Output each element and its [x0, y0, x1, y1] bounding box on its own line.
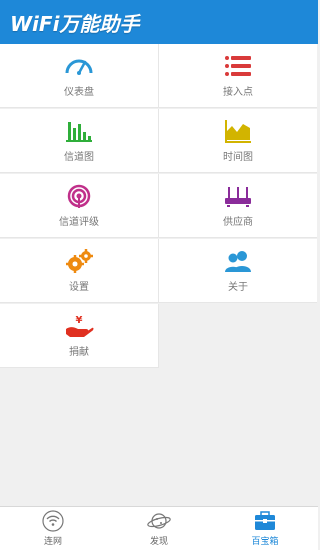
toolbox-icon [255, 511, 275, 530]
users-icon [225, 251, 251, 272]
app-header: WiFi万能助手 [0, 0, 318, 44]
menu-label: 仪表盘 [64, 87, 94, 98]
bottom-tab-bar: 连网 发现 百宝箱 [0, 506, 318, 550]
empty-cell [159, 304, 317, 368]
access-point-list-icon [225, 56, 251, 76]
menu-item-channel-graph[interactable]: 信道图 [0, 109, 159, 173]
menu-item-time-graph[interactable]: 时间图 [159, 109, 317, 173]
gears-icon [66, 249, 93, 273]
tab-toolbox[interactable]: 百宝箱 [212, 507, 318, 550]
menu-item-channel-rating[interactable]: 信道评级 [0, 174, 159, 238]
wifi-icon [42, 510, 64, 532]
menu-item-access-points[interactable]: 接入点 [159, 44, 317, 108]
app-title: WiFi万能助手 [10, 11, 140, 36]
signal-rating-icon [67, 184, 91, 208]
menu-label: 时间图 [223, 152, 253, 163]
menu-item-vendor[interactable]: 供应商 [159, 174, 317, 238]
menu-label: 供应商 [223, 217, 253, 228]
menu-item-dashboard[interactable]: 仪表盘 [0, 44, 159, 108]
area-chart-icon [225, 120, 251, 143]
donate-hand-icon: ¥ [66, 315, 94, 337]
tab-label: 发现 [149, 537, 168, 547]
menu-label: 信道评级 [59, 217, 99, 228]
menu-label: 捐献 [69, 347, 89, 358]
menu-item-about[interactable]: 关于 [159, 239, 317, 303]
menu-label: 信道图 [64, 152, 94, 163]
menu-label: 设置 [69, 282, 89, 293]
router-icon [225, 187, 251, 207]
svg-text:¥: ¥ [76, 315, 83, 326]
menu-label: 接入点 [223, 87, 253, 98]
menu-item-settings[interactable]: 设置 [0, 239, 159, 303]
bar-chart-icon [66, 122, 92, 142]
menu-item-donate[interactable]: ¥ 捐献 [0, 304, 159, 368]
menu-grid: 仪表盘 接入点 信道图 时间图 信道评级 供应商 设置 关于 ¥ 捐献 [0, 44, 318, 369]
tab-network[interactable]: 连网 [0, 507, 106, 550]
tab-label: 百宝箱 [251, 537, 279, 547]
tab-label: 连网 [43, 537, 62, 547]
tab-discover[interactable]: 发现 [106, 507, 212, 550]
speedometer-icon [65, 59, 93, 75]
planet-icon [147, 513, 171, 529]
menu-label: 关于 [228, 282, 248, 293]
